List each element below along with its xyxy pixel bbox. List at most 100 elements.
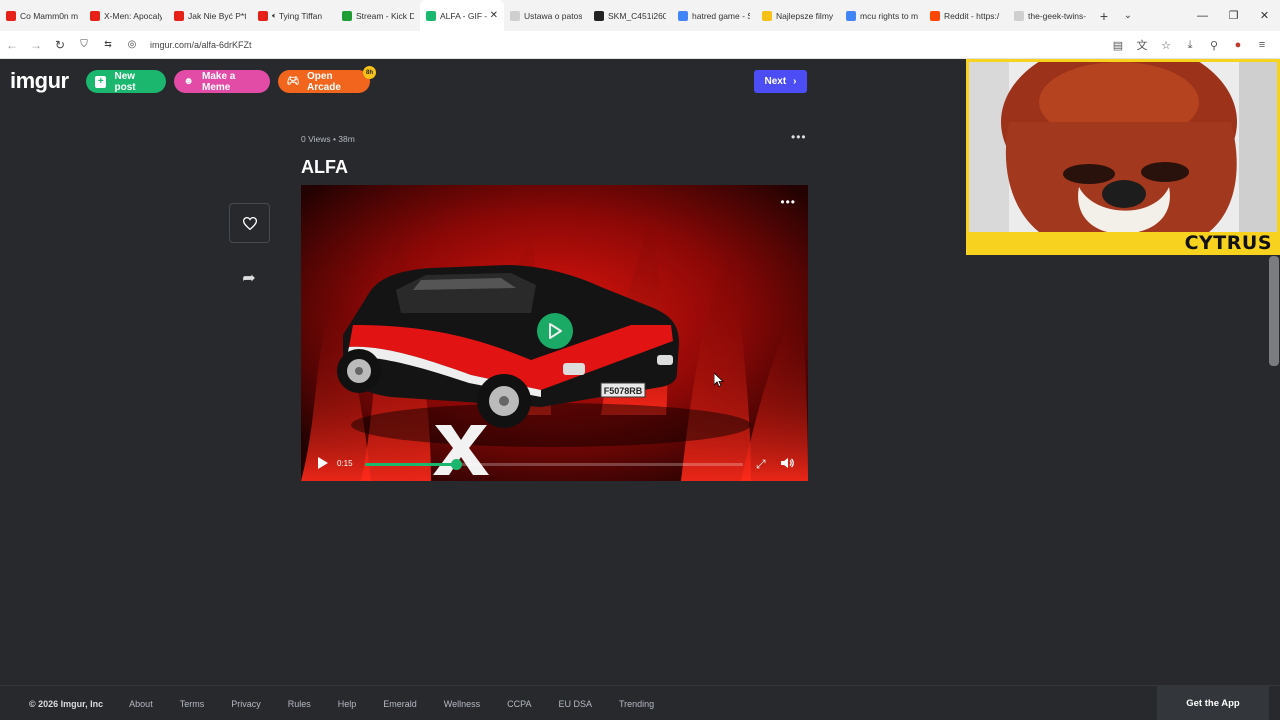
footer-link[interactable]: Privacy — [231, 699, 261, 709]
page-scrollbar[interactable] — [1269, 256, 1279, 366]
browser-tab[interactable]: the-geek-twins-hav — [1008, 0, 1092, 31]
volume-icon — [781, 458, 794, 468]
favicon-icon — [90, 10, 100, 21]
footer-link[interactable]: About — [129, 699, 153, 709]
profile-icon[interactable]: ● — [1226, 39, 1250, 51]
tab-title: ALFA - GIF - I — [440, 10, 487, 21]
play-icon — [549, 323, 562, 339]
make-meme-label: Make a Meme — [201, 70, 236, 93]
make-meme-button[interactable]: ☻ Make a Meme — [174, 70, 270, 93]
close-tab-icon[interactable]: ✕ — [490, 10, 498, 21]
shield-icon[interactable]: ⛉ — [72, 39, 96, 50]
browser-tab[interactable]: Najlepsze filmy — [756, 0, 840, 31]
new-post-button[interactable]: + New post — [86, 70, 166, 93]
browser-tab-strip: Co Mamm0n m X-Men: Apocaly Jak Nie Być P*t… — [0, 0, 1280, 31]
plus-icon: + — [95, 75, 107, 88]
tab-title: Jak Nie Być P*to — [188, 10, 246, 21]
chevron-right-icon: › — [793, 76, 797, 87]
reload-icon[interactable]: ↻ — [48, 38, 72, 52]
open-arcade-button[interactable]: 🎮︎ Open Arcade — [278, 70, 370, 93]
get-app-button[interactable]: Get the App — [1157, 686, 1269, 720]
translate-icon[interactable]: 文 — [1130, 37, 1154, 53]
url-field[interactable]: imgur.com/a/alfa-6drKFZt — [150, 40, 252, 50]
footer-link[interactable]: Trending — [619, 699, 654, 709]
browser-tab[interactable]: mcu rights to m — [840, 0, 924, 31]
permissions-icon[interactable]: ⇆ — [96, 39, 120, 50]
license-plate: F5078RB — [604, 386, 643, 396]
new-post-label: New post — [114, 70, 136, 93]
fullscreen-icon[interactable]: ⤢ — [756, 457, 766, 472]
footer-link[interactable]: CCPA — [507, 699, 531, 709]
browser-tab[interactable]: Stream - Kick D — [336, 0, 420, 31]
favicon-icon — [678, 10, 688, 21]
tab-title: SKM_C451i2601 — [608, 10, 666, 21]
browser-tab[interactable]: hatred game - S — [672, 0, 756, 31]
browser-tab[interactable]: Jak Nie Być P*to — [168, 0, 252, 31]
favicon-icon — [1014, 10, 1024, 21]
new-tab-button[interactable]: + — [1092, 8, 1116, 24]
browser-tab[interactable]: X-Men: Apocaly — [84, 0, 168, 31]
seek-handle[interactable] — [450, 459, 462, 470]
forward-icon[interactable]: → — [24, 38, 48, 52]
video-player[interactable]: F5078RB ••• 0:15 ⤢ — [301, 185, 808, 481]
footer-link[interactable]: Wellness — [444, 699, 480, 709]
seek-progress — [365, 463, 456, 466]
seek-bar[interactable] — [365, 459, 743, 470]
browser-tab[interactable]: Co Mamm0n m — [0, 0, 84, 31]
heart-icon — [242, 216, 257, 230]
footer-link[interactable]: Help — [338, 699, 357, 709]
favicon-icon — [762, 10, 772, 21]
next-button[interactable]: Next › — [754, 70, 807, 93]
play-overlay-button[interactable] — [537, 313, 573, 349]
favicon-icon — [426, 10, 436, 21]
site-footer: © 2026 Imgur, Inc About Terms Privacy Rules… — [0, 685, 1280, 720]
speaker-icon[interactable]: 🔈︎ — [272, 11, 277, 21]
extensions-icon[interactable]: ⚲ — [1202, 39, 1226, 52]
volume-button[interactable] — [780, 456, 794, 474]
tab-title: Najlepsze filmy — [776, 10, 834, 21]
open-arcade-label: Open Arcade — [307, 70, 341, 93]
next-label: Next — [764, 76, 787, 87]
play-button[interactable] — [317, 456, 329, 475]
browser-tab[interactable]: 🔈︎ Tying Tiffan — [252, 0, 336, 31]
downloads-icon[interactable]: ⤓ — [1178, 39, 1202, 52]
meme-face-icon: ☻ — [183, 76, 194, 87]
post-options-icon[interactable]: ••• — [791, 130, 807, 144]
webcam-video — [969, 62, 1277, 232]
footer-link[interactable]: Emerald — [383, 699, 417, 709]
imgur-logo[interactable]: imgur — [10, 68, 69, 94]
site-info-icon[interactable]: ◎ — [120, 39, 144, 50]
favorite-button[interactable] — [229, 203, 270, 243]
favicon-icon — [846, 10, 856, 21]
window-controls: — ❐ ✕ — [1187, 0, 1280, 31]
copyright: © 2026 Imgur, Inc — [29, 698, 104, 709]
footer-link[interactable]: Rules — [288, 699, 311, 709]
favicon-icon — [6, 10, 16, 21]
play-icon — [318, 457, 328, 469]
arcade-badge: 8h — [363, 66, 376, 79]
menu-icon[interactable]: ≡ — [1250, 39, 1274, 51]
close-window-icon[interactable]: ✕ — [1249, 0, 1280, 31]
back-icon[interactable]: ← — [0, 38, 24, 52]
favicon-icon — [258, 10, 268, 21]
share-icon[interactable]: ➦ — [238, 268, 260, 288]
browser-tab[interactable]: Reddit - https:/ — [924, 0, 1008, 31]
address-bar: ← → ↻ ⛉ ⇆ ◎ imgur.com/a/alfa-6drKFZt ▤ 文… — [0, 31, 1280, 59]
footer-link[interactable]: EU DSA — [558, 699, 592, 709]
tab-title: Tying Tiffan — [278, 10, 323, 21]
dog-face-image — [969, 62, 1277, 232]
tab-title: hatred game - S — [692, 10, 750, 21]
tab-title: Co Mamm0n m — [20, 10, 78, 21]
browser-tab[interactable]: ALFA - GIF - I✕ — [420, 0, 504, 31]
browser-tab[interactable]: Ustawa o patos — [504, 0, 588, 31]
footer-link[interactable]: Terms — [180, 699, 205, 709]
restore-icon[interactable]: ❐ — [1218, 0, 1249, 31]
minimize-icon[interactable]: — — [1187, 0, 1218, 31]
video-options-icon[interactable]: ••• — [780, 195, 796, 209]
bookmark-star-icon[interactable]: ☆ — [1154, 39, 1178, 52]
tab-list-dropdown-icon[interactable]: ⌄ — [1116, 10, 1140, 21]
reader-view-icon[interactable]: ▤ — [1106, 39, 1130, 52]
tab-title: mcu rights to m — [860, 10, 918, 21]
browser-tab[interactable]: SKM_C451i2601 — [588, 0, 672, 31]
tab-title: Ustawa o patos — [524, 10, 582, 21]
